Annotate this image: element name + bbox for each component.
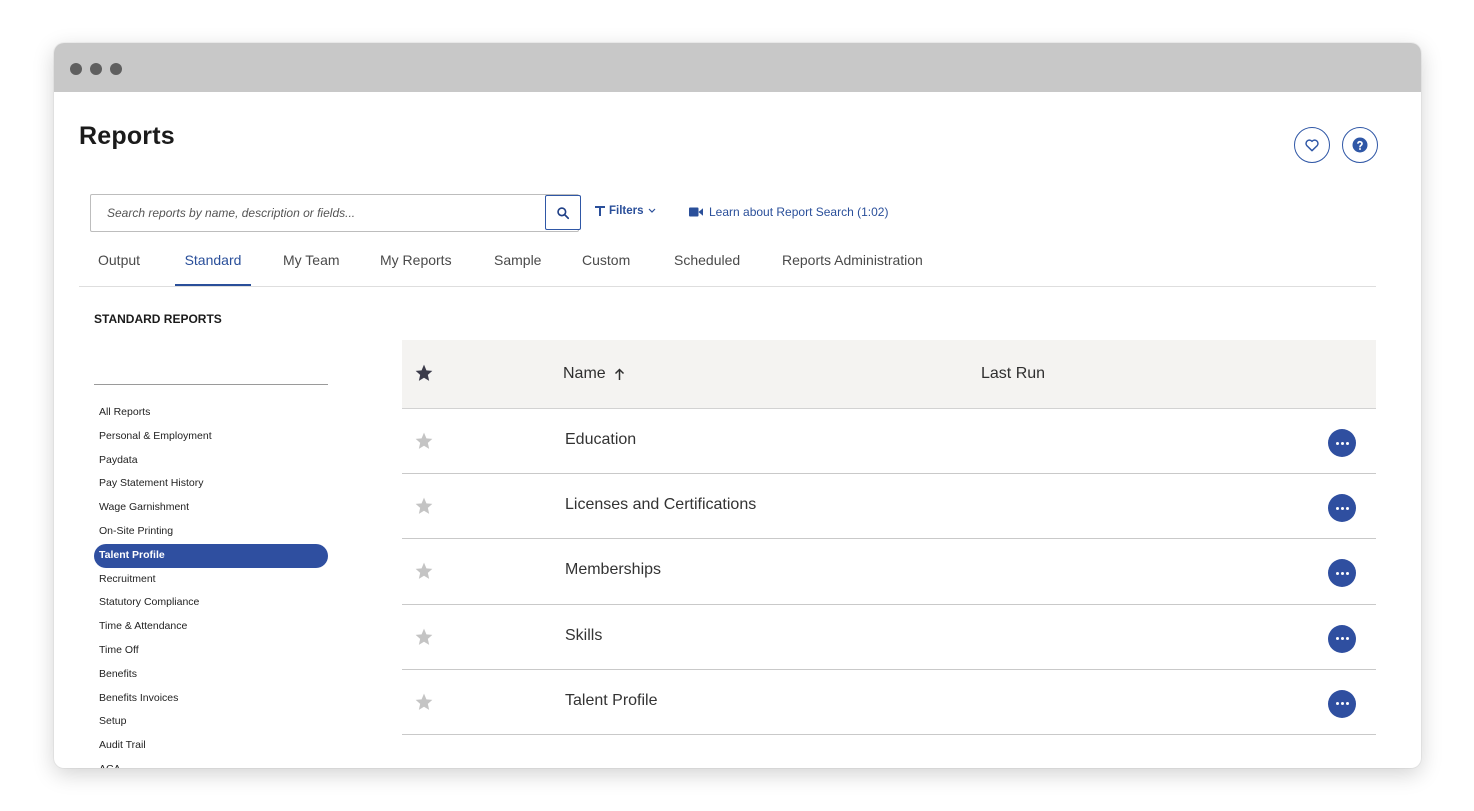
tab-sample[interactable]: Sample [494, 242, 541, 285]
reports-page: Reports Filters [54, 92, 1421, 768]
table-row: Licenses and Certifications [402, 474, 1376, 540]
sidebar-item-aca[interactable]: ACA [94, 758, 328, 768]
tab-standard[interactable]: Standard [175, 242, 251, 286]
sidebar-item-time-attendance[interactable]: Time & Attendance [94, 615, 328, 639]
sidebar-item-setup[interactable]: Setup [94, 710, 328, 734]
report-name-link[interactable]: Skills [565, 627, 602, 645]
star-icon[interactable] [414, 496, 434, 516]
heart-icon [1305, 139, 1319, 152]
more-options-button[interactable] [1328, 559, 1356, 588]
star-icon[interactable] [414, 627, 434, 647]
arrow-up-icon [614, 367, 624, 380]
page-title: Reports [79, 122, 175, 150]
sidebar-item-paydata[interactable]: Paydata [94, 449, 328, 473]
tab-reports-administration[interactable]: Reports Administration [782, 242, 923, 285]
window-maximize-button[interactable] [110, 63, 122, 75]
table-row: Education [402, 409, 1376, 475]
window-close-button[interactable] [70, 63, 82, 75]
more-options-icon [1335, 637, 1349, 641]
more-options-icon [1335, 571, 1349, 575]
search-input[interactable] [105, 205, 578, 221]
learn-link-label: Learn about Report Search (1:02) [709, 205, 889, 219]
tab-output[interactable]: Output [98, 242, 140, 285]
learn-report-search-link[interactable]: Learn about Report Search (1:02) [689, 205, 888, 219]
filter-icon [595, 206, 605, 216]
app-window: Reports Filters [54, 43, 1421, 768]
star-icon[interactable] [414, 431, 434, 451]
more-options-icon [1335, 441, 1349, 445]
more-options-button[interactable] [1328, 624, 1356, 653]
name-column-header[interactable]: Name [563, 365, 625, 383]
report-name-link[interactable]: Education [565, 431, 636, 449]
sidebar-item-personal-employment[interactable]: Personal & Employment [94, 425, 328, 449]
help-button[interactable] [1342, 127, 1378, 163]
sidebar-divider [94, 384, 328, 385]
search-icon [557, 206, 570, 219]
report-tabs: Output Standard My Team My Reports Sampl… [79, 242, 1376, 287]
favorite-button[interactable] [1294, 127, 1330, 163]
sidebar-item-wage-garnishment[interactable]: Wage Garnishment [94, 496, 328, 520]
question-icon [1352, 137, 1368, 153]
window-minimize-button[interactable] [90, 63, 102, 75]
sidebar-item-statutory-compliance[interactable]: Statutory Compliance [94, 591, 328, 615]
table-row: Skills [402, 605, 1376, 670]
more-options-icon [1335, 702, 1349, 706]
sidebar-item-on-site-printing[interactable]: On-Site Printing [94, 520, 328, 544]
report-name-link[interactable]: Licenses and Certifications [565, 496, 756, 514]
tab-my-reports[interactable]: My Reports [380, 242, 452, 285]
search-field [90, 194, 579, 232]
name-column-label: Name [563, 365, 606, 382]
sidebar-item-talent-profile[interactable]: Talent Profile [94, 543, 328, 568]
sidebar-item-benefits[interactable]: Benefits [94, 663, 328, 687]
reports-table: Name Last Run Education Licenses and Cer… [402, 340, 1376, 735]
star-icon[interactable] [414, 363, 434, 383]
tab-my-team[interactable]: My Team [283, 242, 340, 285]
window-titlebar [54, 43, 1421, 92]
search-button[interactable] [545, 195, 581, 230]
table-row: Memberships [402, 539, 1376, 605]
more-options-button[interactable] [1328, 494, 1356, 523]
sidebar-item-all-reports[interactable]: All Reports [94, 401, 328, 425]
filters-label: Filters [609, 205, 644, 217]
table-header-row: Name Last Run [402, 340, 1376, 409]
more-options-button[interactable] [1328, 429, 1356, 457]
report-name-link[interactable]: Talent Profile [565, 692, 658, 710]
report-name-link[interactable]: Memberships [565, 561, 661, 579]
star-icon[interactable] [414, 561, 434, 581]
sidebar-item-audit-trail[interactable]: Audit Trail [94, 734, 328, 758]
sidebar-heading: STANDARD REPORTS [94, 312, 222, 326]
sidebar-item-recruitment[interactable]: Recruitment [94, 568, 328, 592]
table-row: Talent Profile [402, 670, 1376, 735]
more-options-button[interactable] [1328, 689, 1356, 718]
last-run-column-header[interactable]: Last Run [981, 365, 1045, 383]
tab-custom[interactable]: Custom [582, 242, 630, 285]
sidebar-item-pay-statement-history[interactable]: Pay Statement History [94, 472, 328, 496]
star-icon[interactable] [414, 692, 434, 712]
more-options-icon [1335, 506, 1349, 510]
sidebar-item-benefits-invoices[interactable]: Benefits Invoices [94, 687, 328, 711]
sidebar-item-time-off[interactable]: Time Off [94, 639, 328, 663]
tab-scheduled[interactable]: Scheduled [674, 242, 740, 285]
chevron-down-icon [648, 208, 655, 213]
video-camera-icon [689, 207, 703, 217]
sidebar-category-list: All Reports Personal & Employment Paydat… [94, 401, 328, 768]
filters-dropdown[interactable]: Filters [595, 205, 656, 217]
